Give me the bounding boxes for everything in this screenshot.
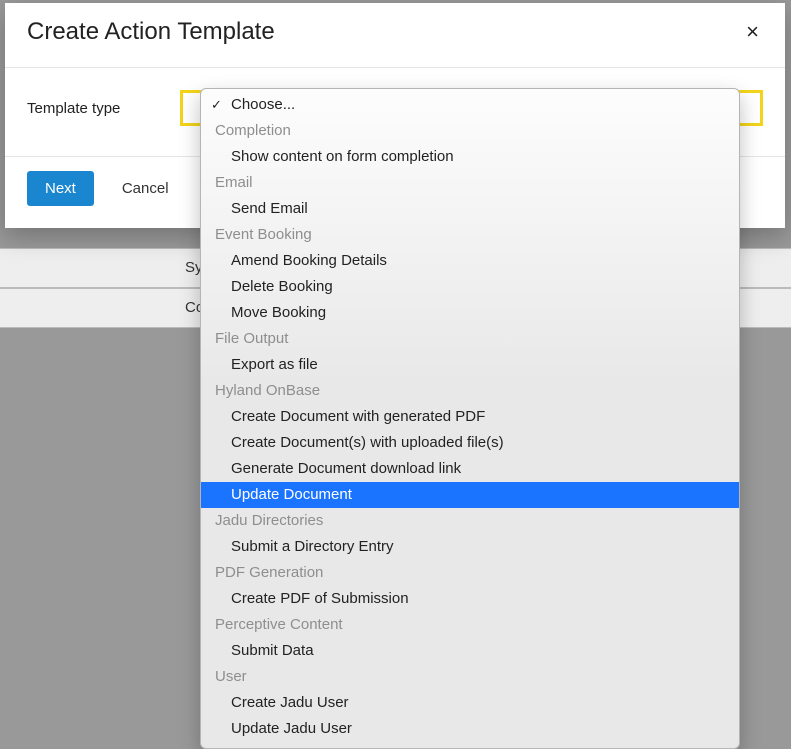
modal-header: Create Action Template × xyxy=(5,3,785,67)
dropdown-option[interactable]: Submit a Directory Entry xyxy=(201,534,739,560)
dropdown-option[interactable]: Submit Data xyxy=(201,638,739,664)
dropdown-option-choose[interactable]: Choose... xyxy=(201,92,739,118)
template-type-dropdown[interactable]: Choose... CompletionShow content on form… xyxy=(200,88,740,749)
dropdown-group-label: Completion xyxy=(201,118,739,144)
dropdown-group-label: Perceptive Content xyxy=(201,612,739,638)
dropdown-group-label: Email xyxy=(201,170,739,196)
dropdown-option[interactable]: Show content on form completion xyxy=(201,144,739,170)
dropdown-option[interactable]: Update Document xyxy=(201,482,739,508)
dropdown-option[interactable]: Send Email xyxy=(201,196,739,222)
dropdown-option[interactable]: Move Booking xyxy=(201,300,739,326)
dropdown-group-label: Event Booking xyxy=(201,222,739,248)
next-button[interactable]: Next xyxy=(27,171,94,206)
dropdown-option[interactable]: Export as file xyxy=(201,352,739,378)
dropdown-group-label: Hyland OnBase xyxy=(201,378,739,404)
cancel-button[interactable]: Cancel xyxy=(122,180,169,197)
dropdown-group-label: File Output xyxy=(201,326,739,352)
close-icon[interactable]: × xyxy=(742,17,763,47)
template-type-label: Template type xyxy=(27,100,120,117)
dropdown-group-label: PDF Generation xyxy=(201,560,739,586)
modal-title: Create Action Template xyxy=(27,18,275,46)
dropdown-option[interactable]: Delete Booking xyxy=(201,274,739,300)
dropdown-option[interactable]: Create PDF of Submission xyxy=(201,586,739,612)
dropdown-option[interactable]: Create Document(s) with uploaded file(s) xyxy=(201,430,739,456)
dropdown-group-label: User xyxy=(201,664,739,690)
dropdown-group-label: Jadu Directories xyxy=(201,508,739,534)
dropdown-option[interactable]: Amend Booking Details xyxy=(201,248,739,274)
dropdown-option[interactable]: Create Document with generated PDF xyxy=(201,404,739,430)
dropdown-option[interactable]: Create Jadu User xyxy=(201,690,739,716)
dropdown-option[interactable]: Update Jadu User xyxy=(201,716,739,742)
dropdown-option[interactable]: Generate Document download link xyxy=(201,456,739,482)
